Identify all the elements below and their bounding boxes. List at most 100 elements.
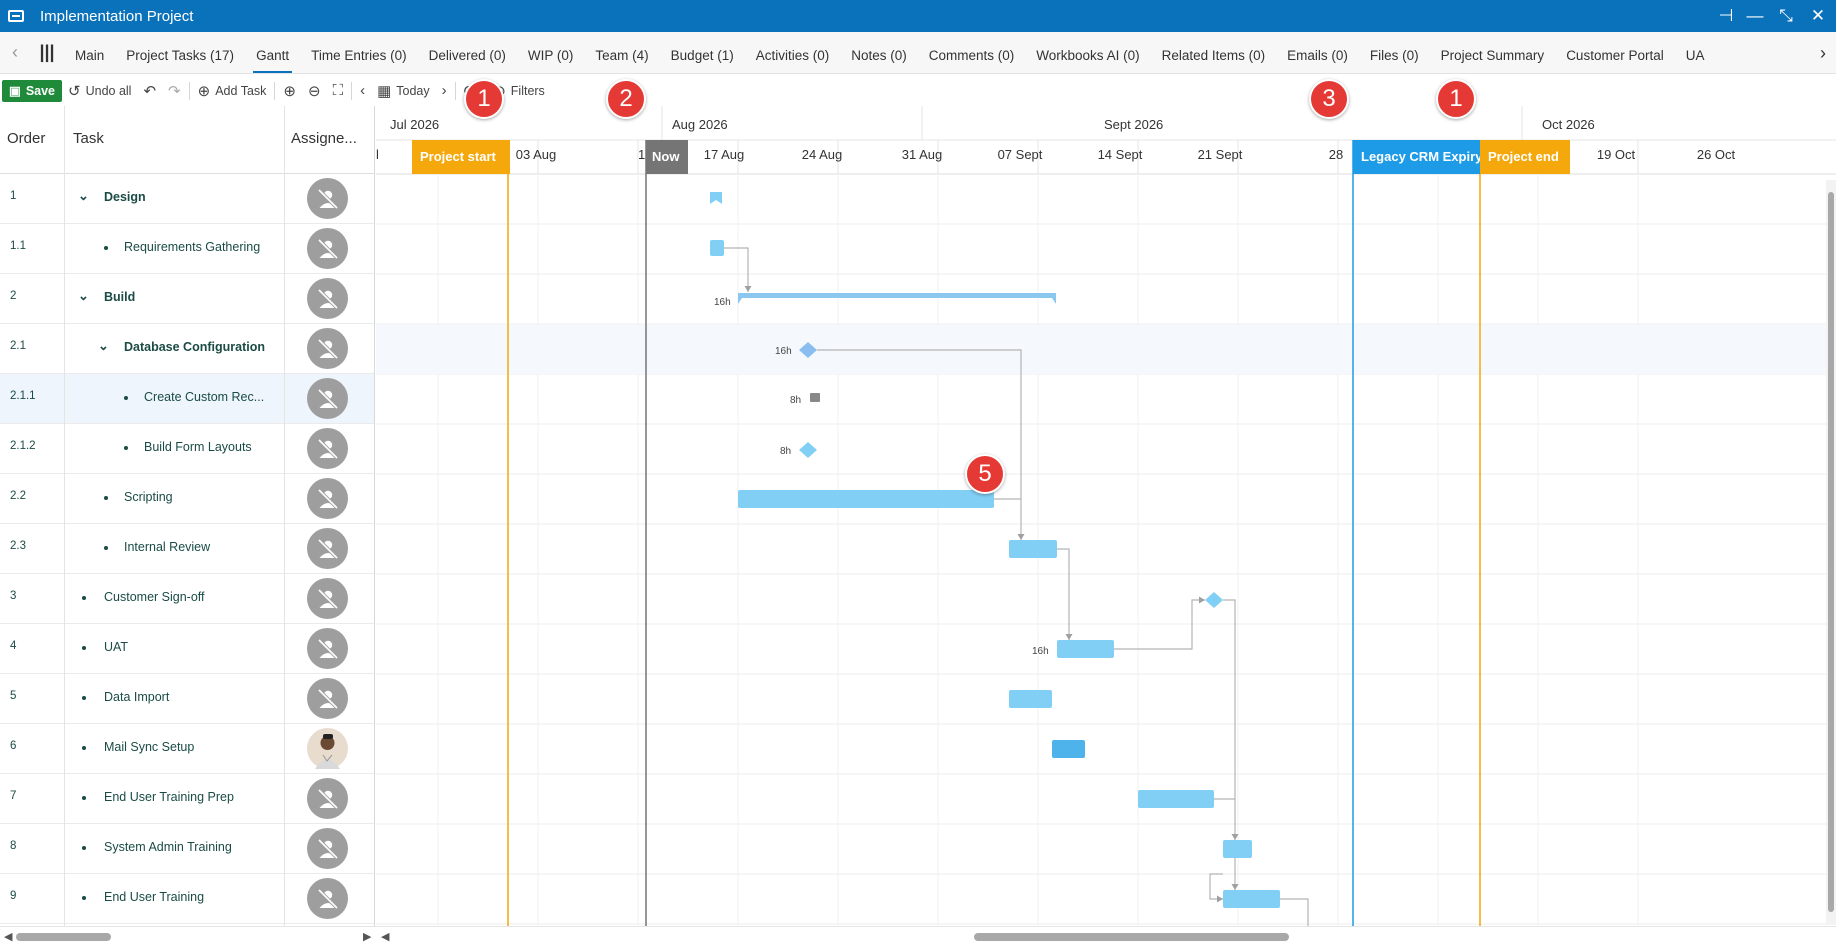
task-name[interactable]: Mail Sync Setup — [104, 740, 194, 754]
task-bar[interactable] — [1138, 790, 1214, 808]
unassigned-avatar-icon[interactable] — [307, 278, 348, 319]
task-name[interactable]: Requirements Gathering — [124, 240, 260, 254]
tab-ua[interactable]: UA — [1675, 32, 1716, 73]
today-button[interactable]: ▦ Today — [371, 80, 436, 102]
task-name[interactable]: End User Training Prep — [104, 790, 234, 804]
task-bar[interactable] — [1057, 640, 1114, 658]
fit-button[interactable]: ⛶ — [327, 80, 350, 102]
tab-customer-portal[interactable]: Customer Portal — [1555, 32, 1675, 73]
task-name[interactable]: Create Custom Rec... — [144, 390, 264, 404]
task-bar[interactable] — [1009, 690, 1052, 708]
previous-button[interactable]: ‹ — [354, 80, 371, 102]
unassigned-avatar-icon[interactable] — [307, 678, 348, 719]
task-row[interactable]: 5 Data Import — [0, 674, 374, 724]
unassigned-avatar-icon[interactable] — [307, 528, 348, 569]
vertical-scroll-thumb[interactable] — [1828, 192, 1834, 912]
task-row[interactable]: 2.3 Internal Review — [0, 524, 374, 574]
unassigned-avatar-icon[interactable] — [307, 778, 348, 819]
unassigned-avatar-icon[interactable] — [307, 228, 348, 269]
task-row[interactable]: 2 ⌄ Build — [0, 274, 374, 324]
task-name[interactable]: Internal Review — [124, 540, 210, 554]
task-name[interactable]: Customer Sign-off — [104, 590, 205, 604]
task-bar[interactable] — [1223, 840, 1252, 858]
task-row[interactable]: 7 End User Training Prep — [0, 774, 374, 824]
add-task-button[interactable]: ⊕ Add Task — [192, 80, 273, 102]
task-row[interactable]: 4 UAT — [0, 624, 374, 674]
tabs-right-arrow-icon[interactable]: › — [1810, 32, 1836, 73]
task-row[interactable]: 8 System Admin Training — [0, 824, 374, 874]
unassigned-avatar-icon[interactable] — [307, 828, 348, 869]
tabs-left-arrow-icon[interactable]: ‹ — [0, 42, 30, 63]
tab-workbooks-ai-0[interactable]: Workbooks AI (0) — [1025, 32, 1150, 73]
next-button[interactable]: › — [436, 80, 453, 102]
tab-team-4[interactable]: Team (4) — [584, 32, 659, 73]
summary-task-bar[interactable] — [710, 192, 722, 204]
vertical-scrollbar[interactable] — [1826, 180, 1836, 925]
restore-icon[interactable]: ⤡ — [1771, 0, 1801, 32]
undo-button[interactable]: ↶ — [137, 80, 162, 102]
task-bar[interactable] — [738, 490, 994, 508]
tab-main[interactable]: Main — [64, 32, 115, 73]
summary-task-bar[interactable] — [738, 293, 1056, 304]
grid-scroll-thumb[interactable] — [16, 933, 111, 941]
tab-files-0[interactable]: Files (0) — [1359, 32, 1430, 73]
task-row[interactable]: 2.1.2 Build Form Layouts — [0, 424, 374, 474]
unassigned-avatar-icon[interactable] — [307, 178, 348, 219]
tab-emails-0[interactable]: Emails (0) — [1276, 32, 1359, 73]
task-row[interactable]: 1 ⌄ Design — [0, 174, 374, 224]
tab-gantt[interactable]: Gantt — [245, 32, 300, 73]
task-name[interactable]: Design — [104, 190, 146, 204]
zoom-in-button[interactable]: ⊕ — [277, 80, 302, 102]
scroll-left-arrow-icon[interactable]: ◀ — [4, 930, 12, 943]
task-row[interactable]: 1.1 Requirements Gathering — [0, 224, 374, 274]
columns-icon[interactable]: ||| — [30, 42, 64, 63]
task-row[interactable]: 2.1 ⌄ Database Configuration — [0, 324, 374, 374]
task-bar[interactable] — [1223, 890, 1280, 908]
task-name[interactable]: End User Training — [104, 890, 204, 904]
task-bar[interactable] — [710, 240, 724, 256]
tab-project-summary[interactable]: Project Summary — [1430, 32, 1556, 73]
task-bar[interactable] — [1052, 740, 1085, 758]
chevron-down-icon[interactable]: ⌄ — [78, 188, 89, 204]
task-header[interactable]: Task — [73, 130, 104, 147]
task-name[interactable]: Scripting — [124, 490, 173, 504]
assignee-header[interactable]: Assigne... — [291, 130, 357, 147]
unassigned-avatar-icon[interactable] — [307, 878, 348, 919]
order-header[interactable]: Order — [7, 130, 45, 147]
task-name[interactable]: Database Configuration — [124, 340, 265, 354]
unassigned-avatar-icon[interactable] — [307, 478, 348, 519]
tab-related-items-0[interactable]: Related Items (0) — [1151, 32, 1277, 73]
tab-comments-0[interactable]: Comments (0) — [918, 32, 1026, 73]
tab-time-entries-0[interactable]: Time Entries (0) — [300, 32, 418, 73]
unassigned-avatar-icon[interactable] — [307, 628, 348, 669]
unassigned-avatar-icon[interactable] — [307, 378, 348, 419]
task-bar[interactable] — [1009, 540, 1057, 558]
chevron-down-icon[interactable]: ⌄ — [78, 288, 89, 304]
task-row[interactable]: 3 Customer Sign-off — [0, 574, 374, 624]
tab-project-tasks-17[interactable]: Project Tasks (17) — [115, 32, 245, 73]
save-button[interactable]: ▣ Save — [2, 79, 63, 102]
task-row[interactable]: 6 Mail Sync Setup — [0, 724, 374, 774]
tab-delivered-0[interactable]: Delivered (0) — [418, 32, 517, 73]
minimize-icon[interactable]: — — [1740, 0, 1770, 32]
unassigned-avatar-icon[interactable] — [307, 428, 348, 469]
tab-notes-0[interactable]: Notes (0) — [840, 32, 918, 73]
task-row[interactable]: 9 End User Training — [0, 874, 374, 924]
avatar[interactable] — [307, 728, 348, 769]
task-name[interactable]: UAT — [104, 640, 128, 654]
unassigned-avatar-icon[interactable] — [307, 578, 348, 619]
task-row[interactable]: 2.2 Scripting — [0, 474, 374, 524]
task-name[interactable]: Data Import — [104, 690, 169, 704]
task-name[interactable]: Build — [104, 290, 135, 304]
pin-icon[interactable]: ⊣ — [1711, 0, 1741, 32]
redo-button[interactable]: ↷ — [162, 80, 187, 102]
chart-scroll-thumb[interactable] — [974, 933, 1289, 941]
tab-activities-0[interactable]: Activities (0) — [745, 32, 841, 73]
chart-scroll-left-arrow-icon[interactable]: ◀ — [381, 930, 389, 943]
chevron-down-icon[interactable]: ⌄ — [98, 338, 109, 354]
zoom-out-button[interactable]: ⊖ — [302, 80, 327, 102]
close-icon[interactable]: ✕ — [1803, 0, 1833, 32]
task-name[interactable]: System Admin Training — [104, 840, 232, 854]
milestone-diamond[interactable] — [799, 442, 817, 458]
tab-budget-1[interactable]: Budget (1) — [660, 32, 745, 73]
